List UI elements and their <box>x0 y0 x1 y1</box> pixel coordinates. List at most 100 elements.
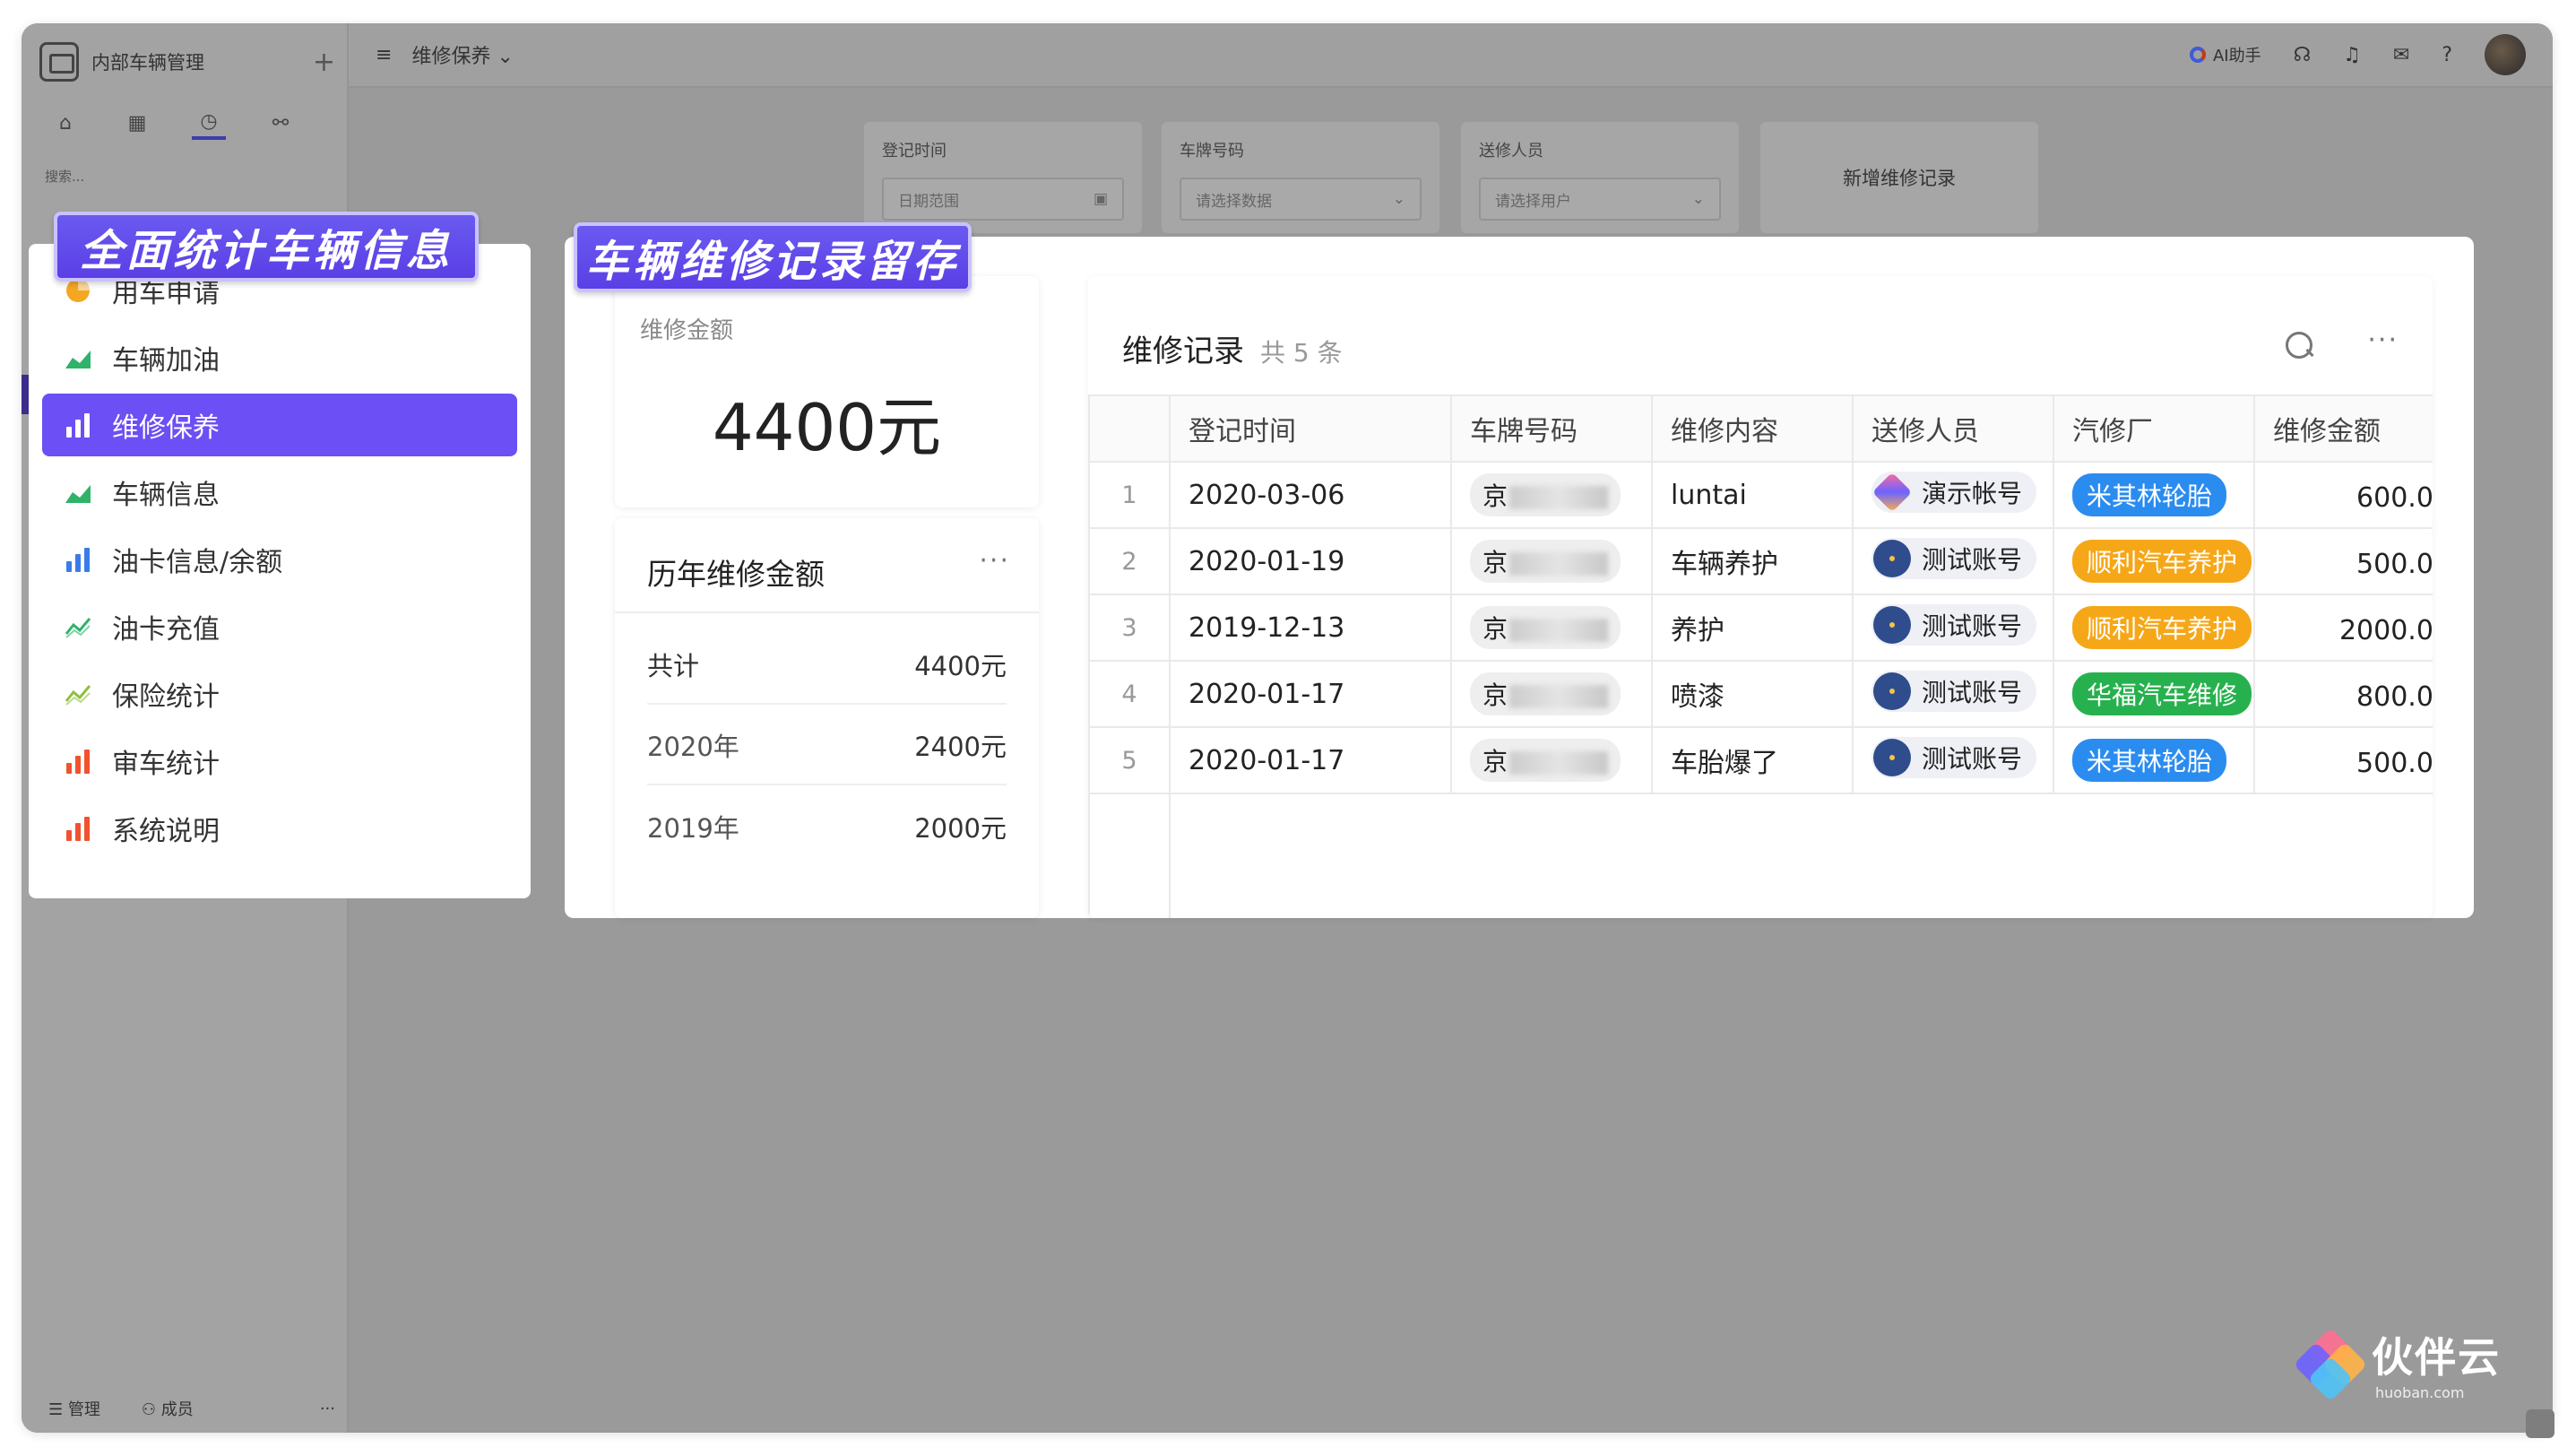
more-icon[interactable]: ··· <box>979 545 1010 576</box>
person-chip[interactable]: 演示帐号 <box>1871 472 2037 513</box>
menu-item[interactable]: 系统说明 <box>42 797 517 860</box>
brand-url: huoban.com <box>2375 1384 2465 1401</box>
cell-date: 2020-01-17 <box>1169 726 1452 794</box>
plate-chip[interactable]: 京 <box>1470 672 1621 715</box>
table-row[interactable]: 52020-01-17 京 车胎爆了 测试账号 米其林轮胎 500.00元 <box>1088 726 2433 794</box>
yearly-row: 共计 4400元 <box>647 626 1007 705</box>
search-icon[interactable] <box>2286 332 2316 362</box>
table-icon[interactable]: ▦ <box>120 106 154 140</box>
table-row[interactable]: 22020-01-19 京 车辆养护 测试账号 顺利汽车养护500.00元 <box>1088 527 2433 595</box>
ai-assistant-button[interactable]: AI助手 <box>2189 43 2261 66</box>
menu-item-label: 维修保养 <box>112 412 220 444</box>
menu-item[interactable]: 审车统计 <box>42 730 517 793</box>
records-title: 维修记录 <box>1122 334 1244 369</box>
menu-item-label: 油卡充值 <box>112 614 220 646</box>
filter-date: 登记时间 日期范围 ▣ <box>864 122 1142 233</box>
column-header[interactable]: 维修金额 <box>2253 394 2433 463</box>
plate-prefix: 京 <box>1482 680 1508 710</box>
menu-item[interactable]: 车辆加油 <box>42 326 517 389</box>
bar-chart-icon <box>64 814 92 843</box>
table-row[interactable]: 32019-12-13 京 养护 测试账号 顺利汽车养护2000.00元 <box>1088 594 2433 662</box>
brand-name: 伙伴云 <box>2372 1333 2501 1382</box>
table-row[interactable]: 12020-03-06 京 luntai 演示帐号 米其林轮胎 600.00元 <box>1088 461 2433 529</box>
person-chip[interactable]: 测试账号 <box>1871 737 2037 778</box>
ai-label: AI助手 <box>2212 47 2261 65</box>
clock-icon[interactable]: ◷ <box>192 106 226 140</box>
brand-mark-icon <box>2293 1327 2368 1401</box>
cell-plate: 京 <box>1450 726 1653 794</box>
menu-item[interactable]: 油卡充值 <box>42 595 517 658</box>
menu-item[interactable]: 油卡信息/余额 <box>42 528 517 591</box>
plate-prefix: 京 <box>1482 548 1508 577</box>
sidebar-search[interactable]: 搜索... <box>45 167 84 186</box>
add-record-button[interactable]: 新增维修记录 <box>1760 122 2038 233</box>
person-name: 测试账号 <box>1922 678 2023 707</box>
app-header: 内部车辆管理 + <box>39 38 335 86</box>
filter-plate-select[interactable]: 请选择数据 ⌄ <box>1180 178 1422 221</box>
table-row[interactable]: 42020-01-17 京 喷漆 测试账号 华福汽车维修800.00元 <box>1088 660 2433 728</box>
workflow-icon[interactable]: ⚯ <box>264 106 298 140</box>
cell-content: luntai <box>1651 461 1854 529</box>
filter-person-select[interactable]: 请选择用户 ⌄ <box>1479 178 1721 221</box>
members-label: 成员 <box>160 1400 194 1419</box>
cell-date: 2020-01-17 <box>1169 660 1452 728</box>
sidebar-tabs: ⌂ ▦ ◷ ⚯ <box>48 106 298 140</box>
menu-icon[interactable]: ≡ <box>376 44 392 66</box>
cell-shop: 顺利汽车养护 <box>2053 594 2255 662</box>
plate-chip[interactable]: 京 <box>1470 739 1621 782</box>
more-icon[interactable]: ··· <box>2367 325 2399 356</box>
menu-item[interactable]: 维修保养 <box>42 394 517 456</box>
records-panel: 维修记录 共 5 条 ··· 登记时间 车牌号码 维修内容 送修人员 汽修厂 维修金额 1… <box>1088 276 2433 918</box>
filter-date-input[interactable]: 日期范围 ▣ <box>882 178 1124 221</box>
shop-tag[interactable]: 顺利汽车养护 <box>2072 606 2252 649</box>
breadcrumb-current[interactable]: 维修保养 ⌄ <box>411 40 513 69</box>
user-avatar[interactable] <box>2485 34 2526 75</box>
cell-amount: 2000.00元 <box>2253 594 2433 662</box>
plate-chip[interactable]: 京 <box>1470 540 1621 583</box>
shop-tag[interactable]: 米其林轮胎 <box>2072 739 2227 782</box>
column-header[interactable]: 维修内容 <box>1651 394 1854 463</box>
chevron-down-icon: ⌄ <box>1691 190 1705 208</box>
menu-item[interactable]: 保险统计 <box>42 663 517 725</box>
home-icon[interactable]: ⌂ <box>48 106 82 140</box>
inbox-icon[interactable]: ✉ <box>2393 44 2409 66</box>
person-chip[interactable]: 测试账号 <box>1871 538 2037 579</box>
more-icon[interactable]: ··· <box>320 1400 335 1418</box>
filter-plate-placeholder: 请选择数据 <box>1196 192 1272 211</box>
filter-person-label: 送修人员 <box>1479 142 1543 160</box>
person-chip[interactable]: 测试账号 <box>1871 671 2037 712</box>
bell-icon[interactable]: ♫ <box>2343 44 2361 66</box>
menu-item-label: 车辆加油 <box>112 345 220 377</box>
empty-cell <box>1170 793 2433 918</box>
headset-icon[interactable]: ☊ <box>2294 44 2312 66</box>
menu-item-label: 审车统计 <box>112 749 220 780</box>
column-header[interactable]: 送修人员 <box>1852 394 2054 463</box>
app-name: 内部车辆管理 <box>91 52 204 74</box>
members-button[interactable]: ⚇ 成员 <box>142 1397 194 1420</box>
shop-tag[interactable]: 米其林轮胎 <box>2072 473 2227 516</box>
cell-amount: 800.00元 <box>2253 660 2433 728</box>
menu-item[interactable]: 车辆信息 <box>42 461 517 524</box>
add-icon[interactable]: + <box>313 47 335 78</box>
person-chip[interactable]: 测试账号 <box>1871 604 2037 646</box>
plate-blurred <box>1509 685 1609 708</box>
avatar <box>1873 540 1911 577</box>
menu-item-label: 保险统计 <box>112 681 220 713</box>
yearly-row-value: 4400元 <box>914 651 1007 681</box>
column-header[interactable]: 登记时间 <box>1169 394 1452 463</box>
stat-value: 4400元 <box>712 390 942 465</box>
corner-button[interactable] <box>2526 1409 2554 1438</box>
cell-content: 车胎爆了 <box>1651 726 1854 794</box>
manage-button[interactable]: ☰ 管理 <box>48 1397 100 1420</box>
avatar <box>1873 739 1911 776</box>
column-header[interactable]: 汽修厂 <box>2053 394 2255 463</box>
column-header[interactable]: 车牌号码 <box>1450 394 1653 463</box>
ai-icon <box>2189 47 2206 63</box>
plate-chip[interactable]: 京 <box>1470 606 1621 649</box>
shop-tag[interactable]: 华福汽车维修 <box>2072 672 2252 715</box>
shop-tag[interactable]: 顺利汽车养护 <box>2072 540 2252 583</box>
plate-chip[interactable]: 京 <box>1470 473 1621 516</box>
filter-person: 送修人员 请选择用户 ⌄ <box>1461 122 1739 233</box>
help-icon[interactable]: ? <box>2442 44 2452 66</box>
cell-shop: 米其林轮胎 <box>2053 461 2255 529</box>
